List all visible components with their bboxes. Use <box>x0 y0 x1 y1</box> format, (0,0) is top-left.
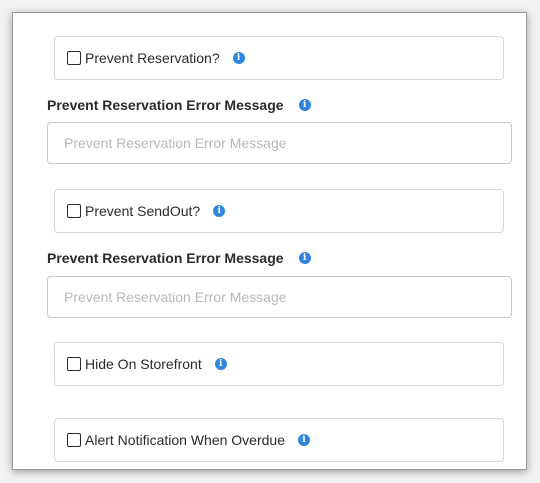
alert-overdue-checkbox[interactable] <box>67 433 81 447</box>
prevent-sendout-option: Prevent SendOut? i <box>54 189 504 233</box>
info-icon[interactable]: i <box>298 99 311 111</box>
prevent-reservation-option: Prevent Reservation? i <box>54 36 504 80</box>
alert-overdue-option: Alert Notification When Overdue i <box>54 418 504 462</box>
sendout-error-heading: Prevent Reservation Error Message i <box>47 250 311 266</box>
sendout-error-input[interactable] <box>47 276 512 318</box>
prevent-reservation-label[interactable]: Prevent Reservation? <box>85 50 220 66</box>
settings-panel: Prevent Reservation? i Prevent Reservati… <box>12 12 527 470</box>
prevent-sendout-label[interactable]: Prevent SendOut? <box>85 203 200 219</box>
prevent-reservation-checkbox[interactable] <box>67 51 81 65</box>
info-icon[interactable]: i <box>214 358 227 370</box>
info-icon[interactable]: i <box>213 205 226 217</box>
hide-on-storefront-option: Hide On Storefront i <box>54 342 504 386</box>
alert-overdue-label[interactable]: Alert Notification When Overdue <box>85 432 285 448</box>
prevent-sendout-checkbox[interactable] <box>67 204 81 218</box>
hide-on-storefront-label[interactable]: Hide On Storefront <box>85 356 202 372</box>
reservation-error-heading: Prevent Reservation Error Message i <box>47 97 311 113</box>
sendout-error-label: Prevent Reservation Error Message <box>47 250 284 266</box>
reservation-error-label: Prevent Reservation Error Message <box>47 97 284 113</box>
info-icon[interactable]: i <box>232 52 245 64</box>
reservation-error-input[interactable] <box>47 122 512 164</box>
hide-on-storefront-checkbox[interactable] <box>67 357 81 371</box>
info-icon[interactable]: i <box>297 434 310 446</box>
info-icon[interactable]: i <box>298 252 311 264</box>
